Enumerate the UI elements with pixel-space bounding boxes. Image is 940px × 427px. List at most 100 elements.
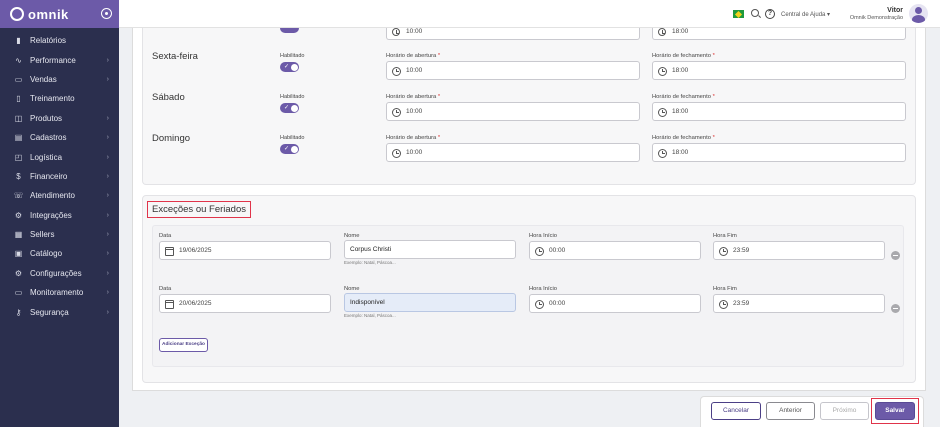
enabled-toggle-previous[interactable]	[280, 28, 299, 33]
topbar: ? Central de Ajuda ▾ Vitor Omnik Demonst…	[119, 0, 940, 28]
sidebar-item-label: Relatórios	[30, 36, 67, 46]
start-time-label: Hora Início	[529, 286, 558, 292]
user-name: Vitor	[887, 7, 903, 14]
clock-icon	[392, 28, 400, 36]
sidebar-item-label: Vendas	[30, 74, 57, 84]
user-organization: Omnik Demonstração	[849, 15, 903, 21]
book-icon: ▯	[16, 94, 21, 104]
exception-date-input-2[interactable]: 20/06/2025	[159, 294, 331, 313]
clock-icon	[658, 66, 667, 76]
sidebar-item-cadastros[interactable]: ▤ Cadastros ›	[0, 128, 119, 147]
exception-name-input-1[interactable]: Corpus Christi	[344, 240, 516, 259]
sidebar: omnik ▮ Relatórios ∿ Performance › ▭ Vendas ›…	[0, 0, 119, 427]
sidebar-item-label: Financeiro	[30, 171, 68, 181]
save-button[interactable]: Salvar	[875, 402, 915, 420]
gear-icon: ⚙	[14, 268, 23, 278]
help-center-link[interactable]: Central de Ajuda ▾	[781, 11, 830, 18]
cancel-button[interactable]: Cancelar	[711, 402, 761, 420]
dollar-icon: $	[16, 171, 21, 181]
sidebar-item-relatorios[interactable]: ▮ Relatórios	[0, 31, 119, 50]
sidebar-item-logistica[interactable]: ◰ Logística ›	[0, 147, 119, 166]
sidebar-item-configuracoes[interactable]: ⚙ Configurações ›	[0, 264, 119, 283]
sidebar-item-label: Performance	[30, 55, 76, 65]
clock-icon	[719, 246, 728, 256]
close-time-input-domingo[interactable]: 18:00	[652, 143, 906, 162]
exception-name-input-2[interactable]: Indisponível	[344, 293, 516, 312]
phone-icon: ☏	[13, 191, 24, 201]
enabled-toggle-sabado[interactable]: ✓	[280, 103, 299, 113]
clock-icon	[535, 299, 544, 309]
exception-start-input-2[interactable]: 00:00	[529, 294, 701, 313]
next-button[interactable]: Próximo	[820, 402, 869, 420]
day-label-sexta: Sexta-feira	[152, 51, 198, 62]
enabled-toggle-sexta[interactable]: ✓	[280, 62, 299, 72]
help-icon[interactable]: ?	[765, 9, 775, 19]
avatar[interactable]	[909, 4, 928, 23]
clock-icon	[392, 107, 401, 117]
sidebar-item-label: Cadastros	[30, 133, 67, 143]
sidebar-item-sellers[interactable]: ▦ Sellers ›	[0, 225, 119, 244]
clock-icon	[658, 107, 667, 117]
sidebar-item-seguranca[interactable]: ⚷ Segurança ›	[0, 302, 119, 321]
open-time-input-sexta[interactable]: 10:00	[386, 61, 640, 80]
sidebar-item-financeiro[interactable]: $ Financeiro ›	[0, 167, 119, 186]
chevron-right-icon: ›	[106, 192, 109, 200]
logo-icon	[10, 7, 24, 21]
chevron-right-icon: ›	[106, 308, 109, 316]
chevron-right-icon: ›	[106, 134, 109, 142]
sidebar-item-label: Sellers	[30, 230, 55, 240]
open-time-label: Horário de abertura *	[386, 135, 441, 141]
check-icon: ✓	[284, 146, 290, 152]
sidebar-item-monitoramento[interactable]: ▭ Monitoramento ›	[0, 283, 119, 302]
brazil-flag-icon[interactable]	[733, 10, 744, 18]
sidebar-item-atendimento[interactable]: ☏ Atendimento ›	[0, 186, 119, 205]
search-icon[interactable]	[751, 9, 759, 17]
clock-icon	[658, 148, 667, 158]
check-icon: ✓	[284, 105, 290, 111]
enabled-toggle-domingo[interactable]: ✓	[280, 144, 299, 154]
calendar-icon	[165, 299, 174, 309]
exception-date-input-1[interactable]: 19/06/2025	[159, 241, 331, 260]
form-icon: ▤	[14, 133, 23, 143]
bar-chart-icon: ▮	[16, 36, 21, 46]
logo-bar: omnik	[0, 0, 119, 28]
clock-icon	[535, 246, 544, 256]
open-time-input-previous[interactable]: 10:00	[386, 28, 640, 40]
exception-end-input-1[interactable]: 23:59	[713, 241, 885, 260]
brand-name: omnik	[28, 6, 69, 22]
chevron-right-icon: ›	[106, 75, 109, 83]
open-time-input-sabado[interactable]: 10:00	[386, 102, 640, 121]
name-hint: Exemplo: Natal, Páscoa...	[344, 313, 396, 318]
sidebar-item-label: Monitoramento	[30, 288, 84, 298]
close-time-input-previous[interactable]: 18:00	[652, 28, 906, 40]
exception-start-input-1[interactable]: 00:00	[529, 241, 701, 260]
sidebar-item-performance[interactable]: ∿ Performance ›	[0, 50, 119, 69]
sidebar-item-produtos[interactable]: ◫ Produtos ›	[0, 109, 119, 128]
sidebar-item-label: Treinamento	[30, 94, 75, 104]
previous-button[interactable]: Anterior	[766, 402, 815, 420]
monitor-icon: ▭	[14, 288, 23, 298]
chevron-right-icon: ›	[106, 114, 109, 122]
date-label: Data	[159, 233, 172, 239]
clock-icon	[392, 148, 401, 158]
exceptions-title: Exceções ou Feriados	[147, 201, 251, 218]
close-time-label: Horário de fechamento *	[652, 135, 715, 141]
remove-exception-icon[interactable]	[891, 304, 900, 313]
box-icon: ◫	[14, 113, 23, 123]
remove-exception-icon[interactable]	[891, 251, 900, 260]
day-label-sabado: Sábado	[152, 92, 185, 103]
exception-end-input-2[interactable]: 23:59	[713, 294, 885, 313]
sidebar-item-treinamento[interactable]: ▯ Treinamento	[0, 89, 119, 108]
calendar-icon	[165, 246, 174, 256]
close-time-input-sexta[interactable]: 18:00	[652, 61, 906, 80]
close-time-input-sabado[interactable]: 18:00	[652, 102, 906, 121]
key-icon: ⚷	[15, 307, 22, 317]
sidebar-toggle-icon[interactable]	[101, 8, 112, 19]
sidebar-item-integracoes[interactable]: ⚙ Integrações ›	[0, 206, 119, 225]
sidebar-item-label: Integrações	[30, 210, 72, 220]
open-time-input-domingo[interactable]: 10:00	[386, 143, 640, 162]
sidebar-item-vendas[interactable]: ▭ Vendas ›	[0, 70, 119, 89]
chevron-right-icon: ›	[106, 269, 109, 277]
add-exception-button[interactable]: Adicionar Exceção	[159, 338, 208, 352]
sidebar-item-catalogo[interactable]: ▣ Catálogo ›	[0, 244, 119, 263]
